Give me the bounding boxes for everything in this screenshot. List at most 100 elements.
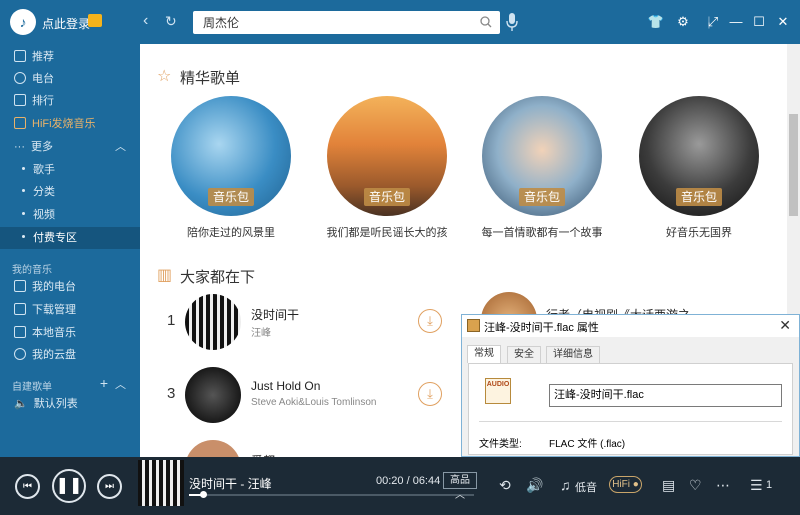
chart-icon xyxy=(14,94,26,106)
refresh-icon[interactable]: ↻ xyxy=(165,12,177,30)
playlist-caption[interactable]: 陪你走过的风景里 xyxy=(151,224,311,240)
favorite-heart-icon[interactable]: ♡ xyxy=(689,477,702,494)
sidebar-item-local-music[interactable]: 本地音乐 xyxy=(0,322,140,344)
playlist-cover[interactable]: 音乐包 xyxy=(639,96,759,216)
speaker-icon: 🔈 xyxy=(14,398,28,410)
back-icon[interactable]: ‹ xyxy=(143,12,148,30)
pause-icon[interactable]: ❚❚ xyxy=(52,469,86,503)
collapse-playlists-icon[interactable]: ︿ xyxy=(115,376,126,392)
volume-icon[interactable]: 🔊 xyxy=(526,477,543,494)
song-rank: 1 xyxy=(167,312,176,329)
sidebar-item-more[interactable]: ··· 更多 ︿ xyxy=(0,136,140,158)
sidebar-item-recommend[interactable]: 推荐 xyxy=(0,46,140,68)
dialog-title-bar[interactable]: 汪峰-没时间干.flac 属性 ✕ xyxy=(462,315,799,337)
properties-dialog: 汪峰-没时间干.flac 属性 ✕ 常规 安全 详细信息 AUDIO 汪峰-没时… xyxy=(461,314,800,457)
song-artist[interactable]: 汪峰 xyxy=(251,324,271,339)
login-link[interactable]: 点此登录 xyxy=(42,15,90,32)
more-options-icon[interactable]: ⋯ xyxy=(716,477,730,494)
add-playlist-icon[interactable]: + xyxy=(100,375,108,391)
title-bar: ♪ 点此登录 ‹ ↻ 👕 ⚙ | ⤢ — ☐ ✕ xyxy=(0,0,800,44)
sidebar-item-paid-zone[interactable]: 付费专区 xyxy=(0,227,140,249)
my-radio-icon xyxy=(14,280,26,292)
playlist-caption[interactable]: 好音乐无国界 xyxy=(619,224,779,240)
sidebar-item-radio[interactable]: 电台 xyxy=(0,68,140,90)
previous-track-icon[interactable]: ⏮ xyxy=(15,474,40,499)
now-playing-title[interactable]: 没时间干 - 汪峰 xyxy=(189,475,272,492)
sidebar-item-video[interactable]: 视频 xyxy=(0,204,140,226)
my-music-heading: 我的音乐 xyxy=(12,265,52,276)
playlist-card[interactable]: 音乐包 陪你走过的风景里 xyxy=(171,96,291,239)
search-input[interactable] xyxy=(193,11,463,34)
music-pack-tag: 音乐包 xyxy=(208,188,254,206)
playback-time: 00:20 / 06:44 xyxy=(376,475,441,487)
tab-details[interactable]: 详细信息 xyxy=(546,346,600,363)
settings-gear-icon[interactable]: ⚙ xyxy=(674,13,692,31)
playlist-caption[interactable]: 我们都是听民谣长大的孩 xyxy=(307,224,467,240)
music-pack-tag: 音乐包 xyxy=(519,188,565,206)
song-title[interactable]: Just Hold On xyxy=(251,379,320,393)
sidebar-item-hifi[interactable]: HiFi发烧音乐 xyxy=(0,113,140,135)
now-playing-cover[interactable] xyxy=(138,460,184,506)
quality-select[interactable]: 高品 ︿ xyxy=(443,472,477,501)
lyrics-icon[interactable]: ▤ xyxy=(662,477,675,494)
more-dots-icon: ··· xyxy=(14,141,25,153)
bass-boost-label[interactable]: 低音 xyxy=(575,479,597,495)
playlist-cover[interactable]: 音乐包 xyxy=(171,96,291,216)
sidebar-item-singers[interactable]: 歌手 xyxy=(0,159,140,181)
sidebar-item-categories[interactable]: 分类 xyxy=(0,181,140,203)
app-logo: ♪ xyxy=(10,9,36,35)
dialog-title: 汪峰-没时间干.flac 属性 xyxy=(484,322,599,334)
playlist-cover[interactable]: 音乐包 xyxy=(482,96,602,216)
tab-security[interactable]: 安全 xyxy=(507,346,541,363)
microphone-icon[interactable] xyxy=(505,12,519,32)
player-bar: ⏮ ❚❚ ⏭ 没时间干 - 汪峰 00:20 / 06:44 高品 ︿ ⟲ 🔊 … xyxy=(0,457,800,515)
filename-field[interactable]: 汪峰-没时间干.flac xyxy=(549,384,782,407)
music-note-icon[interactable]: ♫ xyxy=(560,477,571,493)
skin-icon[interactable]: 👕 xyxy=(647,13,665,31)
hifi-toggle[interactable]: HiFi ● xyxy=(609,476,642,493)
sidebar-item-cloud-drive[interactable]: 我的云盘 xyxy=(0,344,140,366)
sidebar: 推荐 电台 排行 HiFi发烧音乐 ··· 更多 ︿ 歌手 分类 视频 付费专区 我… xyxy=(0,44,140,457)
playlist-card[interactable]: 音乐包 好音乐无国界 xyxy=(639,96,759,239)
divider xyxy=(479,421,782,422)
dialog-body: AUDIO 汪峰-没时间干.flac 文件类型: FLAC 文件 (.flac) xyxy=(468,363,793,455)
featured-playlists-title: 精华歌单 xyxy=(180,70,241,87)
minimize-icon[interactable]: — xyxy=(727,13,745,31)
song-artist[interactable]: Steve Aoki&Louis Tomlinson xyxy=(251,397,376,408)
maximize-icon[interactable]: ☐ xyxy=(750,13,768,31)
playlist-card[interactable]: 音乐包 我们都是听民谣长大的孩 xyxy=(327,96,448,239)
sidebar-item-default-list[interactable]: 🔈 默认列表 xyxy=(0,393,140,415)
sidebar-item-my-radio[interactable]: 我的电台 xyxy=(0,276,140,298)
song-thumbnail[interactable] xyxy=(185,440,241,457)
playlist-caption[interactable]: 每一首情歌都有一个故事 xyxy=(462,224,622,240)
file-icon xyxy=(467,319,480,332)
gift-icon[interactable] xyxy=(88,14,102,27)
song-thumbnail[interactable] xyxy=(185,367,241,423)
queue-count: 1 xyxy=(766,479,773,491)
song-title[interactable]: 没时间干 xyxy=(251,306,299,323)
mini-mode-icon[interactable]: ⤢ xyxy=(704,13,722,31)
song-thumbnail[interactable] xyxy=(185,294,241,350)
dialog-close-icon[interactable]: ✕ xyxy=(779,317,791,334)
download-icon xyxy=(14,303,26,315)
radio-icon xyxy=(14,72,26,84)
popular-downloads-title: 大家都在下 xyxy=(180,269,256,286)
playlist-cover[interactable]: 音乐包 xyxy=(327,96,447,216)
chevron-up-icon[interactable]: ︿ xyxy=(115,136,126,158)
scrollbar-thumb[interactable] xyxy=(789,114,798,216)
next-track-icon[interactable]: ⏭ xyxy=(97,474,122,499)
tab-general[interactable]: 常规 xyxy=(467,345,501,363)
download-button[interactable]: ⤓ xyxy=(418,309,442,333)
playlist-queue-icon[interactable]: ☰ xyxy=(750,477,763,494)
search-icon[interactable] xyxy=(480,16,492,28)
close-icon[interactable]: ✕ xyxy=(774,13,792,31)
file-type-value: FLAC 文件 (.flac) xyxy=(549,439,626,450)
progress-handle[interactable] xyxy=(200,491,208,498)
repeat-icon[interactable]: ⟲ xyxy=(499,477,511,494)
custom-playlists-heading: 自建歌单 xyxy=(12,382,52,393)
download-button[interactable]: ⤓ xyxy=(418,382,442,406)
progress-bar[interactable] xyxy=(189,491,474,498)
playlist-card[interactable]: 音乐包 每一首情歌都有一个故事 xyxy=(482,96,603,239)
sidebar-item-charts[interactable]: 排行 xyxy=(0,90,140,112)
sidebar-item-downloads[interactable]: 下载管理 xyxy=(0,299,140,321)
